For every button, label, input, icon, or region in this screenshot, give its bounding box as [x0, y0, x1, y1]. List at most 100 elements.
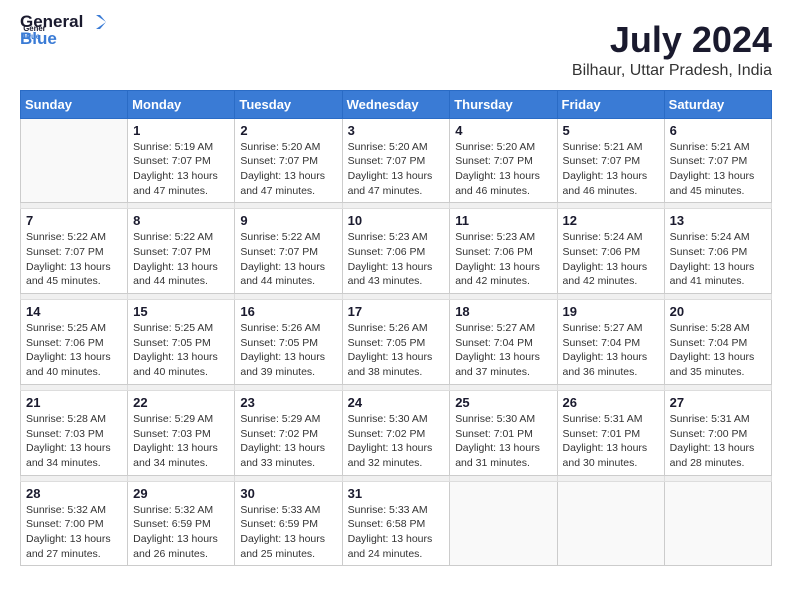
day-info: Sunrise: 5:22 AM Sunset: 7:07 PM Dayligh… — [133, 230, 229, 289]
day-info: Sunrise: 5:29 AM Sunset: 7:02 PM Dayligh… — [240, 412, 336, 471]
empty-cell — [450, 481, 557, 566]
day-cell-18: 18 Sunrise: 5:27 AM Sunset: 7:04 PM Dayli… — [450, 300, 557, 385]
day-cell-21: 21 Sunrise: 5:28 AM Sunset: 7:03 PM Dayli… — [21, 390, 128, 475]
day-number: 16 — [240, 304, 336, 319]
day-number: 4 — [455, 123, 551, 138]
day-info: Sunrise: 5:31 AM Sunset: 7:00 PM Dayligh… — [670, 412, 766, 471]
day-number: 30 — [240, 486, 336, 501]
day-info: Sunrise: 5:28 AM Sunset: 7:03 PM Dayligh… — [26, 412, 122, 471]
day-info: Sunrise: 5:25 AM Sunset: 7:06 PM Dayligh… — [26, 321, 122, 380]
day-info: Sunrise: 5:30 AM Sunset: 7:01 PM Dayligh… — [455, 412, 551, 471]
day-number: 5 — [563, 123, 659, 138]
day-number: 23 — [240, 395, 336, 410]
day-number: 3 — [348, 123, 445, 138]
month-year-title: July 2024 — [572, 20, 772, 60]
day-cell-22: 22 Sunrise: 5:29 AM Sunset: 7:03 PM Dayli… — [128, 390, 235, 475]
weekday-header-sunday: Sunday — [21, 90, 128, 118]
day-number: 20 — [670, 304, 766, 319]
day-cell-25: 25 Sunrise: 5:30 AM Sunset: 7:01 PM Dayli… — [450, 390, 557, 475]
day-info: Sunrise: 5:19 AM Sunset: 7:07 PM Dayligh… — [133, 140, 229, 199]
day-cell-24: 24Sunrise: 5:30 AM Sunset: 7:02 PM Dayli… — [342, 390, 450, 475]
weekday-header-tuesday: Tuesday — [235, 90, 342, 118]
week-row-2: 7 Sunrise: 5:22 AM Sunset: 7:07 PM Daylig… — [21, 209, 772, 294]
day-cell-14: 14 Sunrise: 5:25 AM Sunset: 7:06 PM Dayli… — [21, 300, 128, 385]
day-number: 31 — [348, 486, 445, 501]
day-number: 18 — [455, 304, 551, 319]
day-number: 11 — [455, 213, 551, 228]
calendar-table: SundayMondayTuesdayWednesdayThursdayFrid… — [20, 90, 772, 567]
day-cell-27: 27 Sunrise: 5:31 AM Sunset: 7:00 PM Dayli… — [664, 390, 771, 475]
day-info: Sunrise: 5:29 AM Sunset: 7:03 PM Dayligh… — [133, 412, 229, 471]
day-number: 29 — [133, 486, 229, 501]
day-info: Sunrise: 5:20 AM Sunset: 7:07 PM Dayligh… — [455, 140, 551, 199]
weekday-header-friday: Friday — [557, 90, 664, 118]
day-cell-29: 29 Sunrise: 5:32 AM Sunset: 6:59 PM Dayli… — [128, 481, 235, 566]
day-number: 27 — [670, 395, 766, 410]
day-number: 17 — [348, 304, 445, 319]
day-info: Sunrise: 5:21 AM Sunset: 7:07 PM Dayligh… — [670, 140, 766, 199]
day-info: Sunrise: 5:27 AM Sunset: 7:04 PM Dayligh… — [563, 321, 659, 380]
day-info: Sunrise: 5:20 AM Sunset: 7:07 PM Dayligh… — [348, 140, 445, 199]
day-cell-12: 12 Sunrise: 5:24 AM Sunset: 7:06 PM Dayli… — [557, 209, 664, 294]
weekday-header-saturday: Saturday — [664, 90, 771, 118]
day-number: 26 — [563, 395, 659, 410]
day-info: Sunrise: 5:32 AM Sunset: 6:59 PM Dayligh… — [133, 503, 229, 562]
day-number: 19 — [563, 304, 659, 319]
header: General Blue General Blue July 2024 Bilh… — [20, 20, 772, 80]
day-info: Sunrise: 5:24 AM Sunset: 7:06 PM Dayligh… — [563, 230, 659, 289]
day-cell-10: 10Sunrise: 5:23 AM Sunset: 7:06 PM Dayli… — [342, 209, 450, 294]
day-cell-13: 13Sunrise: 5:24 AM Sunset: 7:06 PM Dayli… — [664, 209, 771, 294]
day-cell-6: 6 Sunrise: 5:21 AM Sunset: 7:07 PM Daylig… — [664, 118, 771, 203]
day-cell-9: 9 Sunrise: 5:22 AM Sunset: 7:07 PM Daylig… — [235, 209, 342, 294]
day-number: 7 — [26, 213, 122, 228]
week-row-3: 14 Sunrise: 5:25 AM Sunset: 7:06 PM Dayli… — [21, 300, 772, 385]
day-info: Sunrise: 5:21 AM Sunset: 7:07 PM Dayligh… — [563, 140, 659, 199]
title-area: July 2024 Bilhaur, Uttar Pradesh, India — [572, 20, 772, 80]
day-info: Sunrise: 5:23 AM Sunset: 7:06 PM Dayligh… — [348, 230, 445, 289]
day-number: 24 — [348, 395, 445, 410]
day-cell-8: 8 Sunrise: 5:22 AM Sunset: 7:07 PM Daylig… — [128, 209, 235, 294]
day-number: 12 — [563, 213, 659, 228]
day-info: Sunrise: 5:23 AM Sunset: 7:06 PM Dayligh… — [455, 230, 551, 289]
day-cell-17: 17Sunrise: 5:26 AM Sunset: 7:05 PM Dayli… — [342, 300, 450, 385]
day-cell-15: 15Sunrise: 5:25 AM Sunset: 7:05 PM Dayli… — [128, 300, 235, 385]
day-cell-16: 16 Sunrise: 5:26 AM Sunset: 7:05 PM Dayli… — [235, 300, 342, 385]
day-cell-26: 26Sunrise: 5:31 AM Sunset: 7:01 PM Dayli… — [557, 390, 664, 475]
day-number: 1 — [133, 123, 229, 138]
empty-cell — [21, 118, 128, 203]
weekday-header-monday: Monday — [128, 90, 235, 118]
logo-content: General Blue General Blue — [20, 20, 107, 49]
day-number: 8 — [133, 213, 229, 228]
day-number: 14 — [26, 304, 122, 319]
location-subtitle: Bilhaur, Uttar Pradesh, India — [572, 62, 772, 80]
empty-cell — [664, 481, 771, 566]
day-cell-30: 30 Sunrise: 5:33 AM Sunset: 6:59 PM Dayli… — [235, 481, 342, 566]
day-number: 25 — [455, 395, 551, 410]
day-cell-3: 3 Sunrise: 5:20 AM Sunset: 7:07 PM Daylig… — [342, 118, 450, 203]
day-info: Sunrise: 5:26 AM Sunset: 7:05 PM Dayligh… — [240, 321, 336, 380]
week-row-5: 28Sunrise: 5:32 AM Sunset: 7:00 PM Dayli… — [21, 481, 772, 566]
day-info: Sunrise: 5:27 AM Sunset: 7:04 PM Dayligh… — [455, 321, 551, 380]
day-info: Sunrise: 5:28 AM Sunset: 7:04 PM Dayligh… — [670, 321, 766, 380]
day-cell-2: 2Sunrise: 5:20 AM Sunset: 7:07 PM Daylig… — [235, 118, 342, 203]
day-info: Sunrise: 5:20 AM Sunset: 7:07 PM Dayligh… — [240, 140, 336, 199]
day-cell-28: 28Sunrise: 5:32 AM Sunset: 7:00 PM Dayli… — [21, 481, 128, 566]
day-info: Sunrise: 5:33 AM Sunset: 6:59 PM Dayligh… — [240, 503, 336, 562]
day-number: 15 — [133, 304, 229, 319]
day-number: 9 — [240, 213, 336, 228]
day-cell-7: 7 Sunrise: 5:22 AM Sunset: 7:07 PM Daylig… — [21, 209, 128, 294]
day-cell-20: 20 Sunrise: 5:28 AM Sunset: 7:04 PM Dayli… — [664, 300, 771, 385]
day-info: Sunrise: 5:22 AM Sunset: 7:07 PM Dayligh… — [240, 230, 336, 289]
day-cell-4: 4 Sunrise: 5:20 AM Sunset: 7:07 PM Daylig… — [450, 118, 557, 203]
day-number: 21 — [26, 395, 122, 410]
day-cell-23: 23 Sunrise: 5:29 AM Sunset: 7:02 PM Dayli… — [235, 390, 342, 475]
day-number: 22 — [133, 395, 229, 410]
day-number: 6 — [670, 123, 766, 138]
day-number: 13 — [670, 213, 766, 228]
day-info: Sunrise: 5:22 AM Sunset: 7:07 PM Dayligh… — [26, 230, 122, 289]
day-info: Sunrise: 5:33 AM Sunset: 6:58 PM Dayligh… — [348, 503, 445, 562]
weekday-header-row: SundayMondayTuesdayWednesdayThursdayFrid… — [21, 90, 772, 118]
day-number: 28 — [26, 486, 122, 501]
empty-cell — [557, 481, 664, 566]
weekday-header-wednesday: Wednesday — [342, 90, 450, 118]
